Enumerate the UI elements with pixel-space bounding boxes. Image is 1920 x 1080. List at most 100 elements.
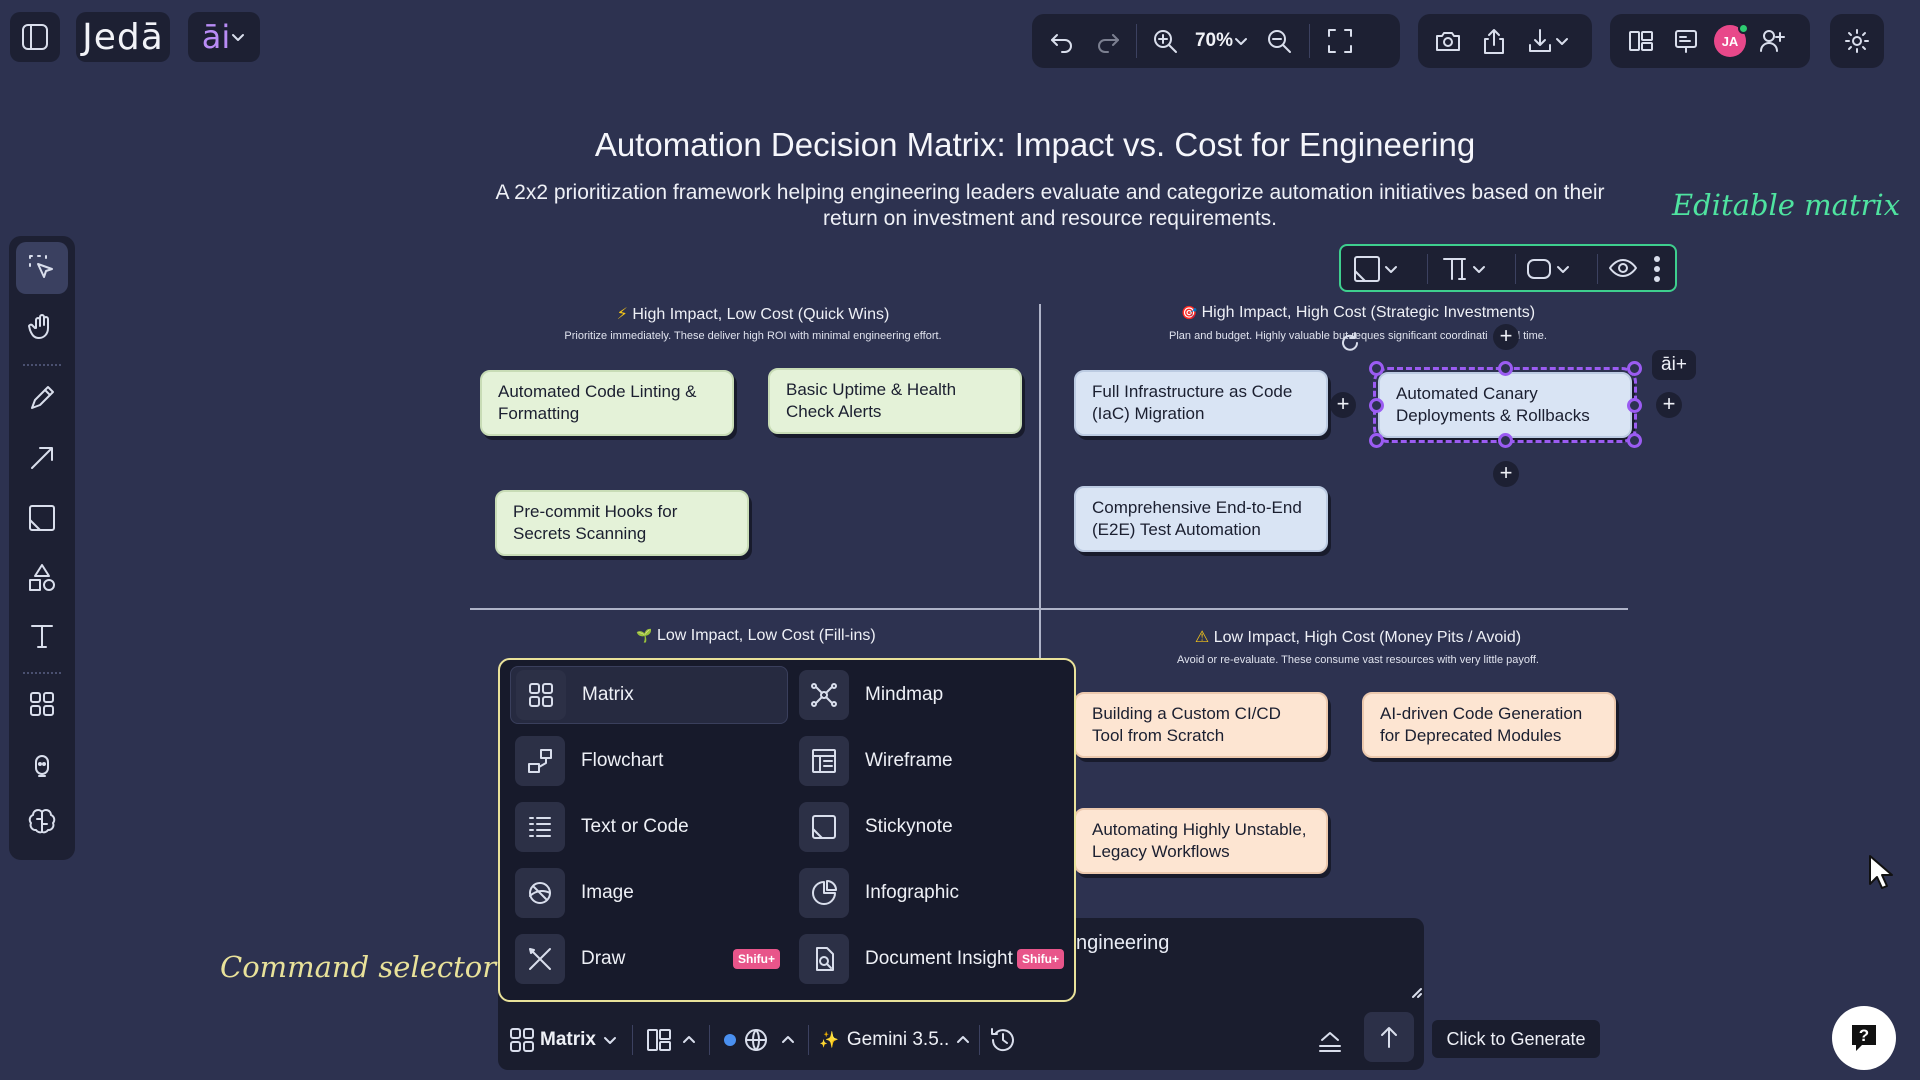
quadrant-heading-quick-wins[interactable]: ⚡ High Impact, Low Cost (Quick Wins) [480, 304, 1026, 324]
add-connected-node-button[interactable]: + [1656, 392, 1682, 418]
resize-grip-icon[interactable] [1410, 986, 1422, 998]
pen-tool[interactable] [16, 372, 68, 424]
description-part: ues significant coordinati [1367, 330, 1488, 342]
stickynote-tool[interactable] [16, 492, 68, 544]
sticky-note[interactable]: Pre-commit Hooks for Secrets Scanning [495, 490, 749, 556]
settings-button[interactable] [1830, 14, 1884, 68]
resize-handle[interactable] [1369, 361, 1384, 376]
mode-label: Matrix [540, 1029, 596, 1050]
add-connected-node-button[interactable]: + [1493, 461, 1519, 487]
command-item-text-code[interactable]: Text or Code [510, 798, 788, 856]
resize-handle[interactable] [1369, 398, 1384, 413]
select-tool[interactable] [16, 242, 68, 294]
chevron-down-icon [1557, 266, 1569, 273]
more-options-button[interactable] [1647, 254, 1667, 284]
zoom-out-button[interactable] [1257, 14, 1301, 68]
warning-icon: ⚠ [1194, 629, 1210, 646]
quadrant-description: Prioritize immediately. These deliver hi… [564, 330, 942, 342]
history-button[interactable] [988, 1025, 1018, 1055]
prompt-input[interactable]: ngineering [1076, 932, 1169, 955]
stickynote-icon [1354, 256, 1380, 282]
ai-menu-button[interactable]: āi [188, 12, 260, 62]
selected-sticky-note[interactable]: Automated Canary Deployments & Rollbacks [1373, 367, 1637, 443]
logo[interactable]: Jedā [76, 12, 170, 62]
resize-handle[interactable] [1627, 398, 1642, 413]
sticky-note[interactable]: Building a Custom CI/CD Tool from Scratc… [1074, 692, 1328, 758]
pencil-icon [31, 386, 54, 409]
chevron-up-icon [781, 1036, 794, 1043]
undo-button[interactable] [1038, 14, 1086, 68]
sticky-note[interactable]: AI-driven Code Generation for Deprecated… [1362, 692, 1616, 758]
web-search-toggle[interactable] [723, 1026, 796, 1054]
sidebar-toggle-button[interactable] [10, 12, 60, 62]
resize-handle[interactable] [1498, 361, 1513, 376]
quadrant-heading-money-pits[interactable]: ⚠ Low Impact, High Cost (Money Pits / Av… [1074, 627, 1642, 647]
help-button[interactable]: ? [1832, 1006, 1896, 1070]
model-dropdown[interactable]: ✨ Gemini 3.5.. [819, 1029, 971, 1051]
screenshot-button[interactable] [1424, 14, 1472, 68]
add-connected-node-button[interactable]: + [1493, 324, 1519, 350]
redo-button[interactable] [1086, 14, 1130, 68]
gear-icon [1845, 29, 1869, 53]
sticky-note[interactable]: Automating Highly Unstable, Legacy Workf… [1074, 808, 1328, 874]
resize-handle[interactable] [1627, 433, 1642, 448]
command-item-stickynote[interactable]: Stickynote [794, 798, 1072, 856]
ai-plus-button[interactable]: āi+ [1652, 350, 1696, 380]
zoom-level-dropdown[interactable]: 70% [1187, 14, 1257, 68]
quadrant-heading-fill-ins[interactable]: 🌱 Low Impact, Low Cost (Fill-ins) [486, 627, 1026, 645]
layout-dropdown[interactable] [645, 1026, 697, 1054]
text-style-dropdown[interactable] [1439, 252, 1499, 286]
fit-screen-button[interactable] [1318, 14, 1362, 68]
layout-button[interactable] [1618, 14, 1664, 68]
arrow-tool[interactable] [16, 432, 68, 484]
add-connected-node-button[interactable]: + [1330, 392, 1356, 418]
ai-vision-button[interactable] [1607, 252, 1641, 286]
draw-icon [515, 934, 565, 984]
shapes-tool[interactable] [16, 552, 68, 604]
sticky-note[interactable]: Basic Uptime & Health Check Alerts [768, 368, 1022, 434]
command-item-flowchart[interactable]: Flowchart [510, 732, 788, 790]
sticky-note[interactable]: Full Infrastructure as Code (IaC) Migrat… [1074, 370, 1328, 436]
command-item-image[interactable]: Image [510, 864, 788, 922]
ai-assistant-tool[interactable] [16, 738, 68, 790]
command-item-draw[interactable]: Draw Shifu+ [510, 930, 788, 988]
presentation-icon [1675, 30, 1697, 53]
command-item-mindmap[interactable]: Mindmap [794, 666, 1072, 724]
sticky-note[interactable]: Automated Code Linting & Formatting [480, 370, 734, 436]
zoom-in-button[interactable] [1143, 14, 1187, 68]
presentation-button[interactable] [1664, 14, 1708, 68]
add-user-button[interactable] [1752, 14, 1792, 68]
share-button[interactable] [1472, 14, 1516, 68]
command-item-document-insight[interactable]: Document Insight Shifu+ [794, 930, 1072, 988]
resize-handle[interactable] [1498, 433, 1513, 448]
mode-dropdown[interactable]: Matrix [508, 1026, 618, 1054]
layout-icon [1629, 31, 1653, 51]
document-insight-icon [799, 934, 849, 984]
rotate-handle-icon[interactable] [1337, 330, 1363, 356]
arrow-icon [31, 447, 53, 469]
note-style-dropdown[interactable] [1351, 252, 1411, 286]
command-item-matrix[interactable]: Matrix [510, 666, 788, 724]
download-dropdown[interactable] [1516, 14, 1580, 68]
arrow-up-icon [1381, 1027, 1397, 1048]
command-item-infographic[interactable]: Infographic [794, 864, 1072, 922]
mindmap-icon [799, 670, 849, 720]
resize-handle[interactable] [1627, 361, 1642, 376]
templates-tool[interactable] [16, 678, 68, 730]
sticky-note[interactable]: Comprehensive End-to-End (E2E) Test Auto… [1074, 486, 1328, 552]
collab-toolbar: JA [1610, 14, 1810, 68]
divider [708, 1025, 710, 1055]
quadrant-heading-strategic[interactable]: 🎯 High Impact, High Cost (Strategic Inve… [1074, 304, 1642, 322]
command-item-wireframe[interactable]: Wireframe [794, 732, 1072, 790]
generate-button[interactable] [1364, 1012, 1414, 1062]
stickynote-icon [29, 505, 55, 531]
brain-tool[interactable] [16, 796, 68, 848]
shape-style-dropdown[interactable] [1523, 252, 1583, 286]
help-chat-icon: ? [1852, 1025, 1876, 1051]
pan-tool[interactable] [16, 302, 68, 354]
quadrant-description: Avoid or re-evaluate. These consume vast… [1177, 654, 1539, 666]
expand-prompt-button[interactable] [1316, 1026, 1344, 1054]
text-tool[interactable] [16, 610, 68, 662]
resize-handle[interactable] [1369, 433, 1384, 448]
user-avatar[interactable]: JA [1708, 14, 1752, 68]
